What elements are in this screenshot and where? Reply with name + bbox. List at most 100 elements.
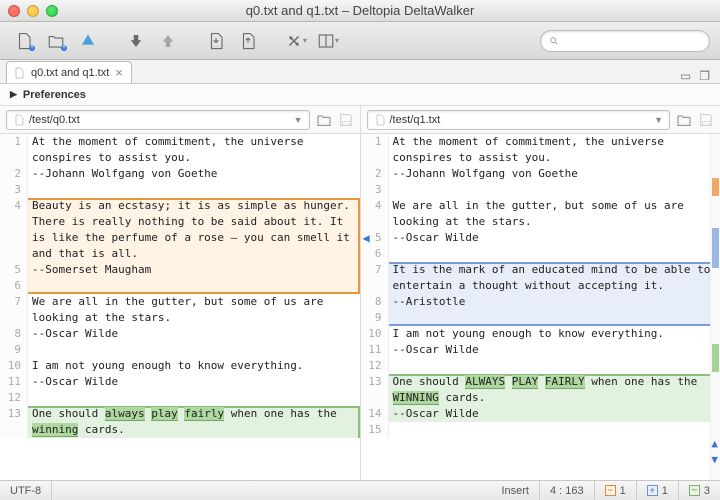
gutter-line-number: 10 bbox=[0, 358, 28, 374]
gutter-line-number: 8 bbox=[361, 294, 389, 310]
added-count[interactable]: +1 bbox=[637, 481, 679, 500]
chevron-down-icon[interactable]: ▼ bbox=[654, 115, 663, 125]
code-line[interactable]: 6 bbox=[361, 246, 720, 262]
code-text: --Oscar Wilde bbox=[28, 326, 118, 342]
left-file-path-input[interactable]: /test/q0.txt ▼ bbox=[6, 110, 310, 130]
zoom-window-button[interactable] bbox=[46, 5, 58, 17]
restore-pane-icon[interactable]: ❐ bbox=[699, 69, 710, 83]
code-text: At the moment of commitment, the univers… bbox=[28, 134, 360, 166]
code-line[interactable]: 10I am not young enough to know everythi… bbox=[0, 358, 360, 374]
code-line[interactable]: 4Beauty is an ecstasy; it is as simple a… bbox=[0, 198, 360, 262]
code-text bbox=[389, 182, 393, 198]
inline-diff-word: winning bbox=[32, 423, 78, 437]
browse-folder-button[interactable] bbox=[316, 112, 332, 128]
gutter-line-number: 14 bbox=[361, 406, 389, 422]
gutter-line-number: 6 bbox=[361, 246, 389, 262]
edit-mode-status[interactable]: Insert bbox=[491, 481, 540, 500]
status-bar: UTF-8 Insert 4 : 163 −1 +1 ~3 bbox=[0, 480, 720, 500]
code-line[interactable]: 15 bbox=[361, 422, 720, 438]
code-text: We are all in the gutter, but some of us… bbox=[28, 294, 360, 326]
code-text bbox=[389, 422, 393, 438]
gutter-line-number: 12 bbox=[0, 390, 28, 406]
file-icon bbox=[374, 113, 386, 127]
layout-button[interactable]: ▾ bbox=[314, 28, 342, 54]
inline-diff-word: FAIRLY bbox=[545, 375, 585, 389]
preferences-bar[interactable]: ▶ Preferences bbox=[0, 84, 720, 106]
disclosure-triangle-icon[interactable]: ▶ bbox=[10, 89, 17, 100]
document-tab[interactable]: q0.txt and q1.txt × bbox=[6, 61, 132, 83]
code-line[interactable]: 3 bbox=[361, 182, 720, 198]
minimize-window-button[interactable] bbox=[27, 5, 39, 17]
code-line[interactable]: 3 bbox=[0, 182, 360, 198]
code-line[interactable]: 1At the moment of commitment, the univer… bbox=[0, 134, 360, 166]
code-line[interactable]: 11--Oscar Wilde bbox=[0, 374, 360, 390]
gutter-line-number: 5 bbox=[0, 262, 28, 278]
gutter-line-number: 13 bbox=[0, 406, 28, 438]
new-folder-button[interactable]: + bbox=[42, 28, 70, 54]
encoding-status[interactable]: UTF-8 bbox=[0, 481, 52, 500]
right-file-path-input[interactable]: /test/q1.txt ▼ bbox=[367, 110, 671, 130]
nav-down-icon[interactable]: ▼ bbox=[711, 452, 718, 468]
main-toolbar: + + ▾ ▾ bbox=[0, 22, 720, 60]
gutter-line-number: 7 bbox=[0, 294, 28, 326]
gutter-line-number: 2 bbox=[0, 166, 28, 182]
code-line[interactable]: 8--Oscar Wilde bbox=[0, 326, 360, 342]
right-pane: /test/q1.txt ▼ 1At the moment of commitm… bbox=[361, 106, 720, 480]
code-line[interactable]: 12 bbox=[0, 390, 360, 406]
code-text: --Oscar Wilde bbox=[28, 374, 118, 390]
search-icon bbox=[549, 35, 559, 47]
code-line[interactable]: 5--Oscar Wilde bbox=[361, 230, 720, 246]
search-input[interactable] bbox=[540, 30, 710, 52]
gutter-line-number: 4 bbox=[0, 198, 28, 262]
code-line[interactable]: 8--Aristotle bbox=[361, 294, 720, 310]
code-line[interactable]: 7It is the mark of an educated mind to b… bbox=[361, 262, 720, 294]
code-line[interactable]: 10I am not young enough to know everythi… bbox=[361, 326, 720, 342]
code-line[interactable]: 12 bbox=[361, 358, 720, 374]
arrow-up-icon[interactable] bbox=[154, 28, 182, 54]
code-line[interactable]: 14--Oscar Wilde bbox=[361, 406, 720, 422]
settings-button[interactable]: ▾ bbox=[282, 28, 310, 54]
sync-button[interactable] bbox=[74, 28, 102, 54]
code-line[interactable]: 4We are all in the gutter, but some of u… bbox=[361, 198, 720, 230]
code-line[interactable]: 6 bbox=[0, 278, 360, 294]
code-text: One should always play fairly when one h… bbox=[28, 406, 360, 438]
tab-bar: q0.txt and q1.txt × ▭ ❐ bbox=[0, 60, 720, 84]
deleted-count[interactable]: −1 bbox=[595, 481, 637, 500]
gutter-line-number: 1 bbox=[0, 134, 28, 166]
title-bar: q0.txt and q1.txt – Deltopia DeltaWalker bbox=[0, 0, 720, 22]
code-line[interactable]: 2--Johann Wolfgang von Goethe bbox=[361, 166, 720, 182]
left-editor[interactable]: 1At the moment of commitment, the univer… bbox=[0, 134, 360, 480]
code-text: --Oscar Wilde bbox=[389, 342, 479, 358]
chevron-down-icon[interactable]: ▼ bbox=[294, 115, 303, 125]
save-button[interactable] bbox=[698, 112, 714, 128]
code-line[interactable]: 9 bbox=[0, 342, 360, 358]
arrow-down-icon[interactable] bbox=[122, 28, 150, 54]
code-line[interactable]: 1At the moment of commitment, the univer… bbox=[361, 134, 720, 166]
preferences-label: Preferences bbox=[23, 89, 86, 101]
browse-folder-button[interactable] bbox=[676, 112, 692, 128]
overview-ruler[interactable]: ▲ ▼ bbox=[710, 134, 720, 480]
code-line[interactable]: 2--Johann Wolfgang von Goethe bbox=[0, 166, 360, 182]
code-line[interactable]: 13One should always play fairly when one… bbox=[0, 406, 360, 438]
minimize-pane-icon[interactable]: ▭ bbox=[680, 69, 691, 83]
code-text: --Aristotle bbox=[389, 294, 466, 310]
close-tab-icon[interactable]: × bbox=[115, 65, 123, 80]
changed-count[interactable]: ~3 bbox=[679, 481, 720, 500]
file-icon bbox=[13, 113, 25, 127]
close-window-button[interactable] bbox=[8, 5, 20, 17]
gutter-line-number: 4 bbox=[361, 198, 389, 230]
merge-left-arrow-icon[interactable]: ◀ bbox=[363, 230, 370, 246]
right-editor[interactable]: 1At the moment of commitment, the univer… bbox=[361, 134, 720, 480]
export-left-button[interactable] bbox=[202, 28, 230, 54]
code-line[interactable]: 5--Somerset Maugham bbox=[0, 262, 360, 278]
code-line[interactable]: 13One should ALWAYS PLAY FAIRLY when one… bbox=[361, 374, 720, 406]
code-line[interactable]: 11--Oscar Wilde bbox=[361, 342, 720, 358]
code-line[interactable]: 7We are all in the gutter, but some of u… bbox=[0, 294, 360, 326]
new-file-button[interactable]: + bbox=[10, 28, 38, 54]
export-right-button[interactable] bbox=[234, 28, 262, 54]
nav-up-icon[interactable]: ▲ bbox=[711, 436, 718, 452]
gutter-line-number: 9 bbox=[0, 342, 28, 358]
save-button[interactable] bbox=[338, 112, 354, 128]
diff-panes: /test/q0.txt ▼ 1At the moment of commitm… bbox=[0, 106, 720, 480]
code-line[interactable]: 9 bbox=[361, 310, 720, 326]
